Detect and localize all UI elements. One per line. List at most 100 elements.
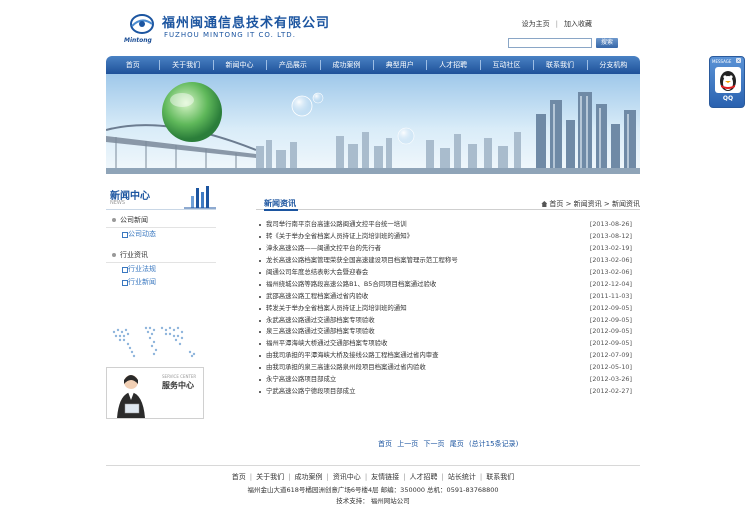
section-title: 新闻资讯 [264, 199, 298, 211]
search-input[interactable] [508, 38, 592, 48]
list-item[interactable]: 龙长高速公路档案管理荣获全国高速建设项目档案管理示范工程称号 [2013-02-0… [256, 255, 640, 267]
section-header: 新闻资讯 首页 > 新闻资讯 > 新闻资讯 [256, 196, 640, 211]
pager-prev[interactable]: 上一页 [397, 440, 418, 448]
bullet-icon [259, 331, 261, 334]
service-center-box[interactable]: SERVICE CENTER 服务中心 [106, 367, 204, 419]
footer-link-about[interactable]: 关于我们 [256, 473, 284, 481]
separator: | [555, 20, 558, 28]
pager-first[interactable]: 首页 [378, 440, 392, 448]
bullet-icon [259, 295, 261, 298]
banner-image [106, 74, 640, 174]
pager-next[interactable]: 下一页 [423, 440, 444, 448]
news-date: [2012-05-10] [589, 363, 632, 372]
separator: | [364, 473, 368, 481]
nav-cases[interactable]: 成功案例 [319, 56, 373, 74]
list-item[interactable]: 转发关于举办全省档案人员持证上岗培训班的通知 [2012-09-05] [256, 303, 640, 315]
bullet-icon [259, 271, 261, 274]
sidebar-title-en: NEWS [110, 200, 126, 206]
set-homepage-link[interactable]: 设为主页 [522, 20, 550, 28]
bullet-icon [259, 259, 261, 262]
company-name-en: FUZHOU MINTONG IT CO. LTD. [164, 31, 296, 39]
separator: | [249, 473, 253, 481]
nav-jobs[interactable]: 人才招聘 [426, 56, 479, 74]
footer-link-cases[interactable]: 成功案例 [294, 473, 322, 481]
news-date: [2012-02-27] [589, 387, 632, 396]
news-title[interactable]: 转《关于举办全省档案人员持证上岗培训班的通知》 [266, 231, 566, 243]
list-item[interactable]: 福州绕城公路等路段高速公路B1、B5合同项目档案通过验收 [2012-12-04] [256, 279, 640, 291]
list-item[interactable]: 泉三高速公路通过交通部档案专项验收 [2012-09-05] [256, 326, 640, 338]
service-center-title: 服务中心 [162, 381, 194, 390]
footer-link-home[interactable]: 首页 [232, 473, 246, 481]
news-title[interactable]: 宁武高速公路宁德段项目部成立 [266, 386, 566, 398]
news-date: [2012-12-04] [589, 279, 632, 288]
home-icon [541, 201, 548, 207]
footer-links: 首页 | 关于我们 | 成功案例 | 资讯中心 | 友情链接 | 人才招聘 | 站长统计 | 联系我们 [106, 472, 640, 482]
nav-contact[interactable]: 联系我们 [533, 56, 586, 74]
news-title[interactable]: 福州平潭海峡大桥通过交通部档案专项验收 [266, 338, 566, 350]
list-item[interactable]: 宁武高速公路宁德段项目部成立 [2012-02-27] [256, 386, 640, 398]
news-title[interactable]: 龙长高速公路档案管理荣获全国高速建设项目档案管理示范工程称号 [266, 255, 566, 267]
footer-link-news[interactable]: 资讯中心 [333, 473, 361, 481]
news-title[interactable]: 转发关于举办全省档案人员持证上岗培训班的通知 [266, 303, 566, 315]
news-title[interactable]: 福州绕城公路等路段高速公路B1、B5合同项目档案通过验收 [266, 279, 566, 291]
news-title[interactable]: 闽通公司年度总结表彰大会暨迎春会 [266, 267, 566, 279]
bullet-icon [259, 283, 261, 286]
qq-chat-widget[interactable]: MESSAGE × QQ [709, 56, 745, 108]
news-title[interactable]: 永武高速公路通过交通部档案专项验收 [266, 315, 566, 327]
footer-link-stats[interactable]: 站长统计 [448, 473, 476, 481]
pager-total: (总计15条记录) [468, 440, 519, 448]
nav-community[interactable]: 互动社区 [479, 56, 533, 74]
news-date: [2012-09-05] [589, 339, 632, 348]
list-item[interactable]: 由我司承担的平潭海峡大桥及接线公路工程档案通过省内审查 [2012-07-09] [256, 350, 640, 362]
list-item[interactable]: 我司举行南平京台高速公路闽通文控平台统一培训 [2013-08-26] [256, 219, 640, 231]
news-date: [2013-02-19] [589, 243, 632, 252]
nav-branches[interactable]: 分支机构 [586, 56, 640, 74]
sidebar-item-company-updates[interactable]: 公司动态 [106, 228, 216, 241]
news-title[interactable]: 武邵高速公路工程档案通过省内验收 [266, 291, 566, 303]
header: Mintong 福州闽通信息技术有限公司 FUZHOU MINTONG IT C… [106, 0, 640, 56]
news-title[interactable]: 我司举行南平京台高速公路闽通文控平台统一培训 [266, 219, 566, 231]
footer-link-contact[interactable]: 联系我们 [486, 473, 514, 481]
bullet-icon [259, 379, 261, 382]
pager-last[interactable]: 尾页 [450, 440, 464, 448]
breadcrumb-home[interactable]: 首页 [549, 200, 563, 208]
footer-divider [106, 465, 640, 466]
add-favorite-link[interactable]: 加入收藏 [564, 20, 592, 28]
nav-home[interactable]: 首页 [106, 56, 159, 74]
search-button[interactable]: 搜索 [596, 38, 618, 48]
nav-users[interactable]: 典型用户 [373, 56, 426, 74]
sidebar-cat-company-news[interactable]: 公司新闻 [106, 212, 216, 228]
sidebar-cat-industry[interactable]: 行业资讯 [106, 247, 216, 263]
nav-news[interactable]: 新闻中心 [212, 56, 266, 74]
nav-products[interactable]: 产品展示 [266, 56, 319, 74]
news-title[interactable]: 漳永高速公路——闽通文控平台的先行者 [266, 243, 566, 255]
bullet-icon [259, 391, 261, 394]
sidebar-item-industry-news[interactable]: 行业新闻 [106, 276, 216, 289]
news-title[interactable]: 泉三高速公路通过交通部档案专项验收 [266, 326, 566, 338]
main-nav: 首页 关于我们 新闻中心 产品展示 成功案例 典型用户 人才招聘 互动社区 联系… [106, 56, 640, 74]
news-title[interactable]: 由我司承担的泉三高速公路泉州段项目档案通过省内验收 [266, 362, 566, 374]
breadcrumb-current: 新闻资讯 [612, 200, 640, 208]
nav-about[interactable]: 关于我们 [159, 56, 212, 74]
breadcrumb-section[interactable]: 新闻资讯 [574, 200, 602, 208]
logo-text: Mintong [124, 37, 152, 44]
news-date: [2011-11-03] [589, 291, 632, 300]
list-item[interactable]: 闽通公司年度总结表彰大会暨迎春会 [2013-02-06] [256, 267, 640, 279]
bullet-icon [259, 343, 261, 346]
news-title[interactable]: 永宁高速公路项目部成立 [266, 374, 566, 386]
footer-link-friends[interactable]: 友情链接 [371, 473, 399, 481]
footer-link-jobs[interactable]: 人才招聘 [410, 473, 438, 481]
list-item[interactable]: 由我司承担的泉三高速公路泉州段项目档案通过省内验收 [2012-05-10] [256, 362, 640, 374]
list-item[interactable]: 永武高速公路通过交通部档案专项验收 [2012-09-05] [256, 315, 640, 327]
news-title[interactable]: 由我司承担的平潭海峡大桥及接线公路工程档案通过省内审查 [266, 350, 566, 362]
world-map-decoration [112, 326, 196, 358]
list-item[interactable]: 福州平潭海峡大桥通过交通部档案专项验收 [2012-09-05] [256, 338, 640, 350]
qq-label: QQ [722, 95, 734, 102]
list-item[interactable]: 永宁高速公路项目部成立 [2012-03-26] [256, 374, 640, 386]
list-item[interactable]: 漳永高速公路——闽通文控平台的先行者 [2013-02-19] [256, 243, 640, 255]
chart-decoration-icon [184, 186, 216, 209]
list-item[interactable]: 转《关于举办全省档案人员持证上岗培训班的通知》 [2013-08-12] [256, 231, 640, 243]
sidebar-item-regulations[interactable]: 行业法规 [106, 263, 216, 276]
list-item[interactable]: 武邵高速公路工程档案通过省内验收 [2011-11-03] [256, 291, 640, 303]
close-icon[interactable]: × [736, 58, 741, 63]
